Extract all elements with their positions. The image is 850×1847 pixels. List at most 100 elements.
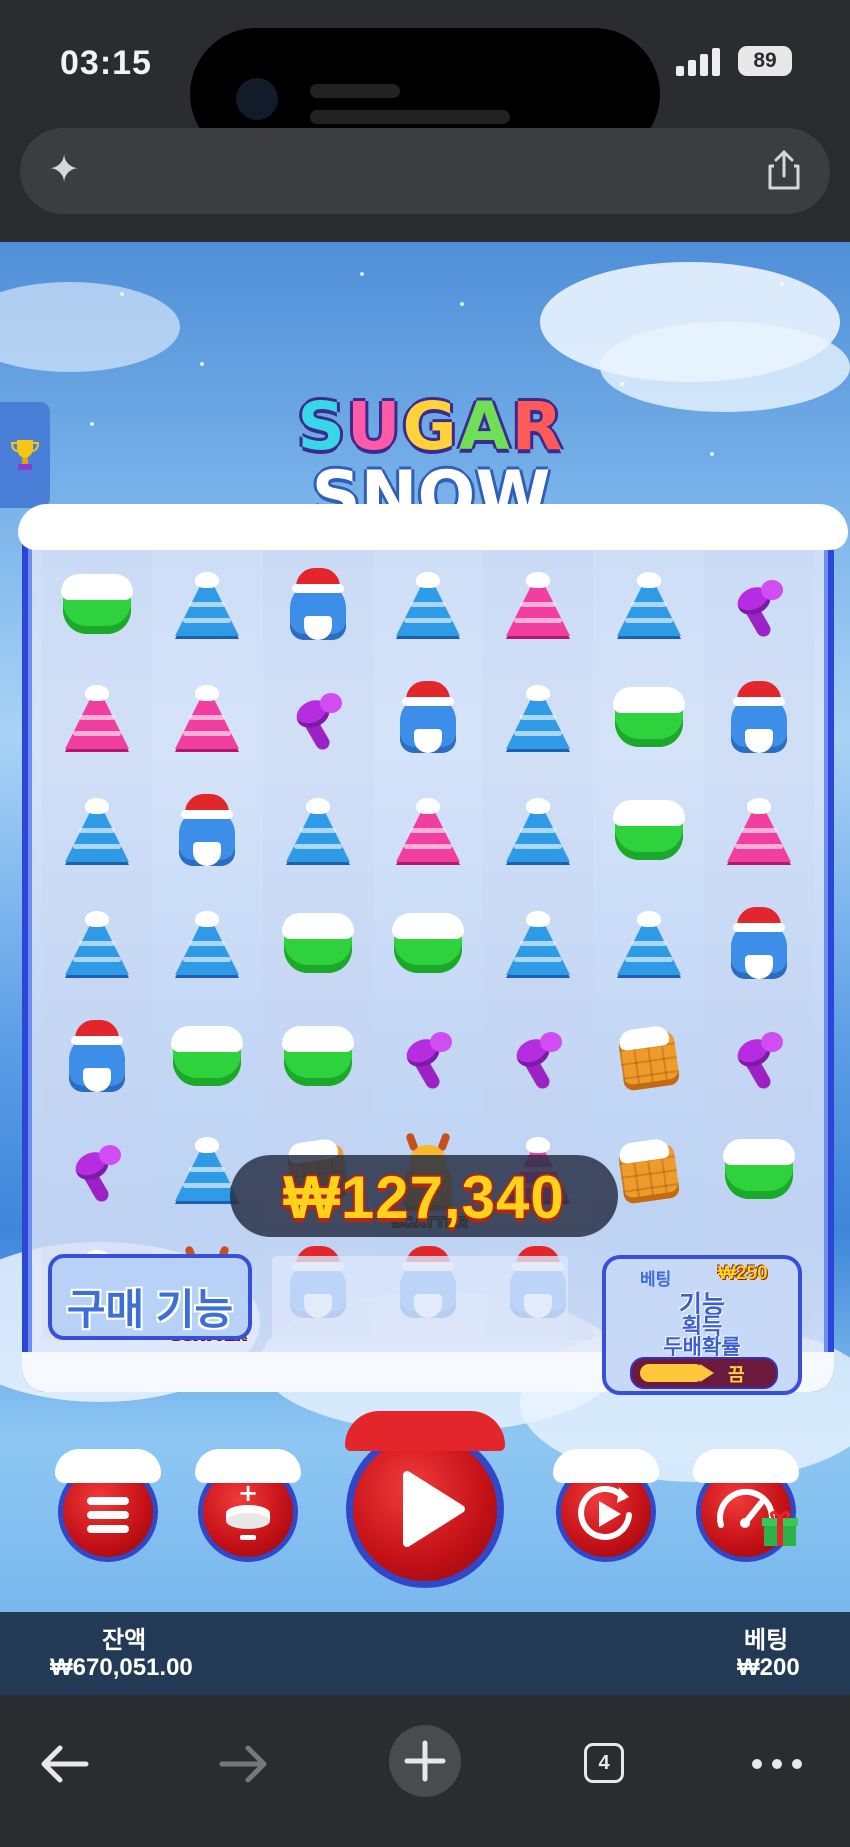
blue-tree-symbol <box>280 794 356 870</box>
purple-candy-symbol <box>280 681 356 757</box>
reel-cell <box>262 1001 373 1115</box>
balance-value: ₩670,051.00 <box>50 1654 193 1681</box>
reel-cell <box>42 662 153 776</box>
green-jelly-symbol <box>721 1133 797 1209</box>
svg-text:+: + <box>238 1479 258 1507</box>
trophy-tab[interactable] <box>0 402 50 508</box>
reel-cell <box>483 550 594 663</box>
reel-cell <box>373 1001 483 1114</box>
reel-cell <box>262 775 373 889</box>
purple-candy-symbol <box>721 1020 797 1096</box>
blue-tree-symbol <box>169 907 245 983</box>
island-avatar <box>236 78 278 120</box>
reel-cell <box>373 663 483 776</box>
reel-cell <box>42 1114 153 1228</box>
message-panel <box>272 1256 568 1344</box>
reel-cell <box>373 776 483 889</box>
green-jelly-symbol <box>59 568 135 644</box>
trophy-icon <box>10 440 40 470</box>
signal-icon <box>676 46 722 76</box>
reel-cell <box>703 1001 814 1115</box>
play-icon <box>403 1471 465 1547</box>
background-cloud <box>600 322 850 412</box>
reel-cell <box>703 662 814 776</box>
bet-value: ₩200 <box>737 1654 800 1681</box>
more-icon[interactable] <box>748 1729 808 1799</box>
new-tab-button[interactable] <box>389 1725 461 1797</box>
tabs-button[interactable]: 4 <box>584 1743 624 1783</box>
game-viewport[interactable]: SUGAR SNOW SCATTERSCATTER ₩127,340 구매 기능… <box>0 242 850 1695</box>
balance-label: 잔액 <box>102 1627 147 1654</box>
santa-sphinx-symbol <box>721 906 797 983</box>
reel-cell <box>483 888 594 1002</box>
coin-plus-minus-icon: + <box>226 1479 270 1540</box>
pink-tree-symbol <box>169 681 245 757</box>
bet-label: 베팅 <box>744 1627 789 1654</box>
pink-tree-symbol <box>390 794 466 870</box>
blue-tree-symbol <box>500 907 576 983</box>
background-cloud <box>0 282 180 372</box>
reel-cell <box>703 1114 814 1228</box>
reel-cell <box>262 662 373 776</box>
menu-button[interactable] <box>55 1449 161 1562</box>
reel-cell <box>593 889 703 1002</box>
battery-icon: 89 <box>738 46 792 76</box>
island-text-line <box>310 84 400 98</box>
blue-tree-symbol <box>611 907 687 983</box>
purple-candy-symbol <box>390 1020 466 1096</box>
santa-sphinx-symbol <box>59 1019 135 1096</box>
reel-cell <box>483 775 594 889</box>
forward-arrow-icon[interactable] <box>208 1729 278 1799</box>
pink-tree-symbol <box>721 794 797 870</box>
reel-cell <box>42 550 153 663</box>
back-arrow-icon[interactable] <box>30 1729 100 1799</box>
reel-cell <box>262 888 373 1002</box>
santa-sphinx-symbol <box>721 681 797 757</box>
green-jelly-symbol <box>390 907 466 983</box>
spin-button[interactable] <box>345 1411 505 1588</box>
reel-cell <box>152 889 262 1002</box>
green-jelly-symbol <box>611 794 687 870</box>
reel-cell <box>593 663 703 776</box>
purple-candy-symbol <box>59 1133 135 1209</box>
pink-tree-symbol <box>500 568 576 644</box>
buy-feature-label: 구매 기능 <box>66 1286 234 1333</box>
reel-cell <box>42 1001 153 1115</box>
reel-cell <box>703 775 814 889</box>
green-jelly-symbol <box>611 681 687 757</box>
share-icon[interactable] <box>764 148 804 192</box>
blue-tree-symbol <box>390 568 466 644</box>
logo-title-line1: SUGAR <box>297 388 565 465</box>
blue-tree-symbol <box>611 568 687 644</box>
ante-bet-panel[interactable]: 베팅 ₩250 기능 획득 두배확률 끔 <box>602 1255 802 1395</box>
ante-toggle[interactable]: 끔 <box>630 1357 778 1389</box>
arrow-right-icon <box>640 1364 714 1382</box>
reel-cell <box>152 776 262 889</box>
reel-cell <box>483 662 594 776</box>
gift-icon[interactable] <box>760 1508 800 1548</box>
reel-cell <box>262 550 373 663</box>
reel-cell <box>593 1001 703 1114</box>
ante-bet-value: ₩250 <box>718 1263 768 1284</box>
purple-candy-symbol <box>721 568 797 644</box>
address-bar[interactable]: ✦ <box>20 128 830 214</box>
blue-tree-symbol <box>500 681 576 757</box>
sparkle-icon[interactable]: ✦ <box>42 148 86 192</box>
reel-cell <box>152 550 262 663</box>
bet-adjust-button[interactable]: + <box>195 1449 301 1562</box>
waffle-symbol <box>611 1133 687 1209</box>
reel-cell <box>373 889 483 1002</box>
browser-nav-bar: 4 <box>0 1695 850 1847</box>
info-bar: 잔액 ₩670,051.00 베팅 ₩200 <box>0 1612 850 1695</box>
santa-sphinx-symbol <box>390 681 466 757</box>
autoplay-button[interactable] <box>553 1449 659 1562</box>
menu-icon <box>87 1497 129 1533</box>
green-jelly-symbol <box>280 907 356 983</box>
buy-feature-button[interactable]: 구매 기능 <box>48 1254 252 1340</box>
ante-toggle-label: 끔 <box>728 1365 745 1385</box>
blue-tree-symbol <box>59 907 135 983</box>
waffle-symbol <box>611 1020 687 1096</box>
blue-tree-symbol <box>169 568 245 644</box>
santa-sphinx-symbol <box>169 794 245 870</box>
purple-candy-symbol <box>500 1020 576 1096</box>
